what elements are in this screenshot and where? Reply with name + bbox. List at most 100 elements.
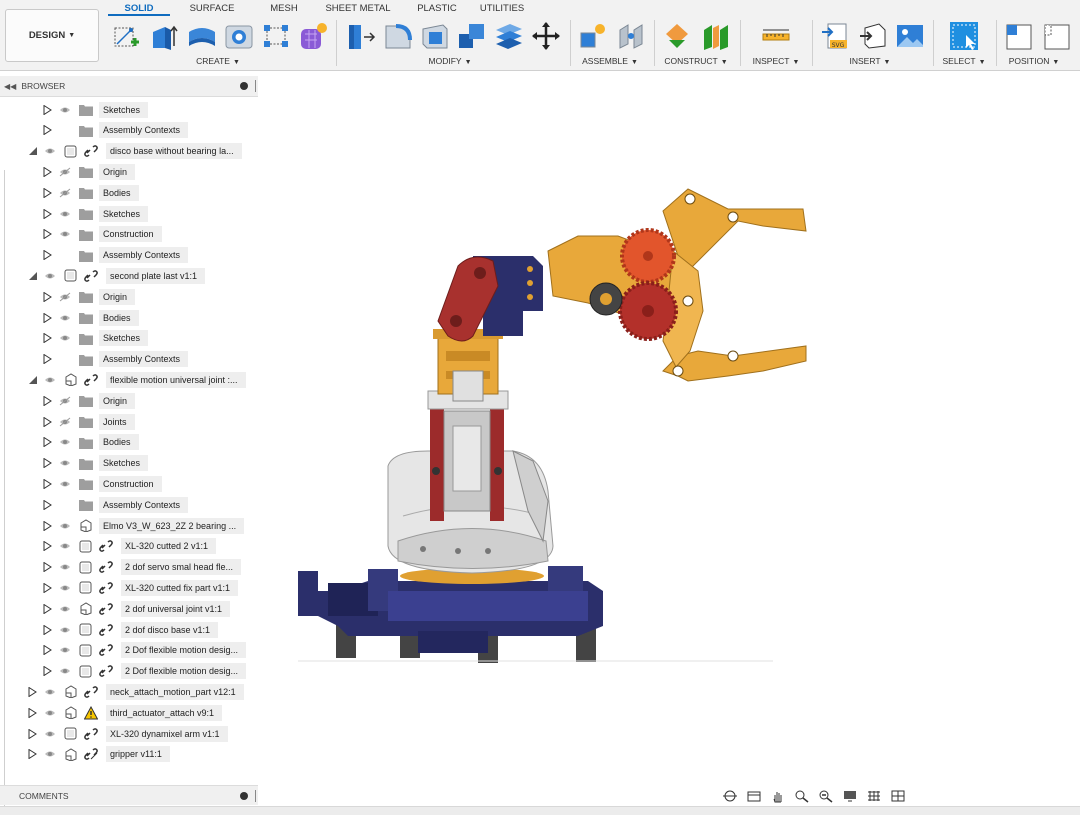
extrude-icon[interactable] (149, 20, 181, 52)
workspace-switcher-button[interactable]: DESIGN ▼ (5, 9, 99, 62)
tab-sheet-metal[interactable]: SHEET METAL (314, 0, 402, 16)
visibility-hidden-icon[interactable] (59, 396, 71, 406)
comments-panel[interactable]: COMMENTS (0, 785, 258, 805)
visibility-eye-icon[interactable] (59, 333, 71, 343)
browser-node-label[interactable]: Joints (99, 413, 135, 430)
visibility-eye-icon[interactable] (59, 458, 71, 468)
browser-node[interactable]: Bodies (0, 433, 258, 452)
midplane-icon[interactable] (700, 20, 732, 52)
visibility-eye-icon[interactable] (44, 687, 56, 697)
offset-face-icon[interactable] (493, 20, 525, 52)
browser-node[interactable]: Origin (0, 287, 258, 306)
offset-plane-icon[interactable] (663, 20, 695, 52)
browser-node-label[interactable]: second plate last v1:1 (106, 267, 206, 284)
assemble-menu[interactable]: ASSEMBLE ▼ (582, 56, 638, 66)
tab-utilities[interactable]: UTILITIES (472, 0, 532, 16)
combine-icon[interactable] (456, 20, 488, 52)
browser-node[interactable]: disco base without bearing la... (0, 142, 258, 161)
browser-node-label[interactable]: Assembly Contexts (99, 351, 189, 368)
browser-node-label[interactable]: Assembly Contexts (99, 122, 189, 139)
expand-arrow-icon[interactable] (28, 686, 37, 698)
browser-node-label[interactable]: 2 Dof flexible motion desig... (121, 642, 247, 659)
expand-arrow-icon[interactable] (43, 395, 52, 407)
browser-node[interactable]: Bodies (0, 308, 258, 327)
visibility-eye-icon[interactable] (59, 209, 71, 219)
expand-arrow-icon[interactable] (43, 249, 52, 261)
expand-arrow-icon[interactable] (43, 478, 52, 490)
visibility-eye-icon[interactable] (59, 437, 71, 447)
visibility-eye-icon[interactable] (59, 645, 71, 655)
browser-node-label[interactable]: neck_attach_motion_part v12:1 (106, 683, 244, 700)
expand-arrow-icon[interactable] (43, 166, 52, 178)
expand-arrow-icon[interactable] (43, 499, 52, 511)
visibility-eye-icon[interactable] (59, 313, 71, 323)
visibility-eye-icon[interactable] (44, 729, 56, 739)
expand-arrow-icon[interactable] (43, 665, 52, 677)
browser-node[interactable]: neck_attach_motion_part v12:1 (0, 682, 258, 701)
select-icon[interactable] (948, 20, 980, 52)
browser-node[interactable]: Sketches (0, 100, 258, 119)
browser-node[interactable]: Construction (0, 225, 258, 244)
collapse-arrow-icon[interactable] (28, 375, 37, 385)
expand-arrow-icon[interactable] (43, 208, 52, 219)
visibility-hidden-icon[interactable] (59, 292, 71, 302)
expand-arrow-icon[interactable] (43, 540, 52, 552)
new-component-icon[interactable] (578, 20, 610, 52)
browser-node[interactable]: 2 dof disco base v1:1 (0, 620, 258, 639)
browser-node-label[interactable]: Bodies (99, 434, 139, 451)
browser-node[interactable]: Origin (0, 162, 258, 181)
expand-arrow-icon[interactable] (43, 291, 52, 303)
browser-node-label[interactable]: third_actuator_attach v9:1 (106, 704, 223, 721)
revert-position-icon[interactable] (1042, 20, 1074, 52)
panel-resize-handle[interactable] (255, 80, 256, 92)
browser-node-label[interactable]: gripper v11:1 (106, 746, 170, 763)
expand-arrow-icon[interactable] (43, 124, 52, 136)
visibility-hidden-icon[interactable] (59, 188, 71, 198)
panel-resize-handle[interactable] (255, 790, 256, 802)
browser-node[interactable]: Assembly Contexts (0, 495, 258, 514)
browser-node[interactable]: Sketches (0, 204, 258, 223)
expand-arrow-icon[interactable] (43, 457, 52, 469)
browser-node-label[interactable]: Construction (99, 475, 162, 492)
collapse-arrow-icon[interactable] (28, 271, 37, 281)
expand-arrow-icon[interactable] (43, 582, 52, 594)
browser-node-label[interactable]: 2 dof servo smal head fle... (121, 559, 242, 576)
browser-node[interactable]: 2 Dof flexible motion desig... (0, 662, 258, 681)
expand-arrow-icon[interactable] (28, 748, 37, 760)
insert-mesh-icon[interactable] (857, 20, 889, 52)
construct-menu[interactable]: CONSTRUCT ▼ (664, 56, 727, 66)
press-pull-icon[interactable] (345, 20, 377, 52)
inspect-menu[interactable]: INSPECT ▼ (753, 56, 800, 66)
browser-node-label[interactable]: Assembly Contexts (99, 247, 189, 264)
browser-node[interactable]: 2 dof universal joint v1:1 (0, 599, 258, 618)
visibility-hidden-icon[interactable] (59, 417, 71, 427)
visibility-eye-icon[interactable] (59, 666, 71, 676)
expand-arrow-icon[interactable] (43, 436, 52, 448)
grid-icon[interactable] (866, 788, 884, 804)
expand-arrow-icon[interactable] (43, 312, 52, 323)
browser-node-label[interactable]: Origin (99, 288, 136, 305)
expand-arrow-icon[interactable] (43, 603, 52, 615)
browser-node[interactable]: XL-320 cutted 2 v1:1 (0, 537, 258, 556)
visibility-eye-icon[interactable] (59, 521, 71, 531)
zoom-icon[interactable] (818, 788, 836, 804)
browser-node[interactable]: 2 dof servo smal head fle... (0, 558, 258, 577)
expand-arrow-icon[interactable] (28, 707, 37, 719)
visibility-eye-icon[interactable] (59, 604, 71, 614)
expand-arrow-icon[interactable] (43, 228, 52, 240)
browser-node-label[interactable]: Assembly Contexts (99, 496, 189, 513)
expand-arrow-icon[interactable] (43, 104, 52, 115)
browser-node-label[interactable]: disco base without bearing la... (106, 143, 242, 160)
create-menu[interactable]: CREATE ▼ (196, 56, 240, 66)
browser-node-label[interactable]: XL-320 dynamixel arm v1:1 (106, 725, 228, 742)
panel-pin-icon[interactable] (240, 792, 248, 800)
visibility-eye-icon[interactable] (59, 625, 71, 635)
revolve-icon[interactable] (186, 20, 218, 52)
browser-node-label[interactable]: Origin (99, 392, 136, 409)
browser-node[interactable]: 2 Dof flexible motion desig... (0, 641, 258, 660)
expand-arrow-icon[interactable] (43, 520, 52, 531)
expand-arrow-icon[interactable] (43, 624, 52, 635)
browser-node[interactable]: third_actuator_attach v9:1 (0, 703, 258, 722)
browser-node-label[interactable]: XL-320 cutted 2 v1:1 (121, 538, 217, 555)
expand-arrow-icon[interactable] (43, 353, 52, 365)
